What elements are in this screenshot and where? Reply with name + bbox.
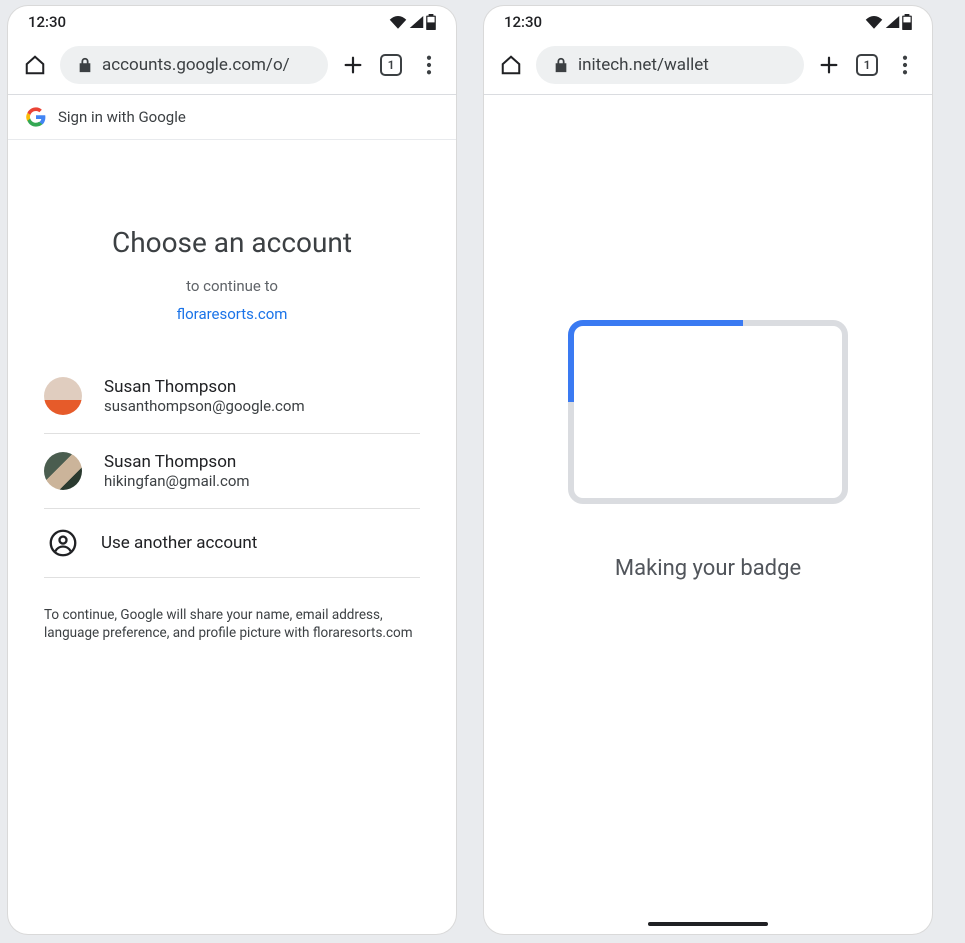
account-row[interactable]: Susan Thompson hikingfan@gmail.com xyxy=(44,434,420,509)
status-bar: 12:30 xyxy=(484,6,932,38)
account-email: hikingfan@gmail.com xyxy=(104,472,250,490)
page-title: Choose an account xyxy=(8,226,456,259)
account-name: Susan Thompson xyxy=(104,452,250,472)
status-time: 12:30 xyxy=(28,13,66,31)
url-text: accounts.google.com/o/ xyxy=(102,55,290,75)
battery-icon xyxy=(902,14,912,30)
lock-icon xyxy=(78,57,92,73)
phone-wallet-loading: 12:30 initech.net/wallet 1 xyxy=(484,6,932,934)
url-bar[interactable]: accounts.google.com/o/ xyxy=(60,46,328,84)
badge-loading-content: Making your badge xyxy=(484,95,932,934)
subtitle: to continue to xyxy=(8,277,456,295)
account-list: Susan Thompson susanthompson@google.com … xyxy=(44,359,420,578)
tab-count-label: 1 xyxy=(380,54,402,76)
url-text: initech.net/wallet xyxy=(578,55,709,75)
signin-with-google-header: Sign in with Google xyxy=(8,95,456,140)
lock-icon xyxy=(554,57,568,73)
new-tab-icon[interactable] xyxy=(340,52,366,78)
home-icon[interactable] xyxy=(22,52,48,78)
account-email: susanthompson@google.com xyxy=(104,397,305,415)
tab-switcher[interactable]: 1 xyxy=(854,52,880,78)
badge-card-loading xyxy=(568,320,848,504)
use-another-label: Use another account xyxy=(101,531,257,555)
status-icons xyxy=(389,14,436,30)
wifi-icon xyxy=(389,15,407,29)
making-badge-label: Making your badge xyxy=(615,556,801,581)
use-another-account-row[interactable]: Use another account xyxy=(44,509,420,578)
status-icons xyxy=(865,14,912,30)
new-tab-icon[interactable] xyxy=(816,52,842,78)
status-time: 12:30 xyxy=(504,13,542,31)
tab-switcher[interactable]: 1 xyxy=(378,52,404,78)
tab-count-label: 1 xyxy=(856,54,878,76)
wifi-icon xyxy=(865,15,883,29)
cell-icon xyxy=(885,15,900,29)
more-menu-icon[interactable] xyxy=(892,52,918,78)
battery-icon xyxy=(426,14,436,30)
account-name: Susan Thompson xyxy=(104,377,305,397)
avatar xyxy=(44,452,82,490)
account-chooser-content: Choose an account to continue to florare… xyxy=(8,140,456,934)
status-bar: 12:30 xyxy=(8,6,456,38)
progress-outline-icon xyxy=(568,320,848,504)
signin-header-label: Sign in with Google xyxy=(58,108,186,126)
phone-account-chooser: 12:30 accounts.google.com/o/ 1 xyxy=(8,6,456,934)
avatar xyxy=(44,377,82,415)
relying-party-link[interactable]: floraresorts.com xyxy=(8,305,456,323)
browser-toolbar: initech.net/wallet 1 xyxy=(484,38,932,95)
account-row[interactable]: Susan Thompson susanthompson@google.com xyxy=(44,359,420,434)
cell-icon xyxy=(409,15,424,29)
gesture-bar[interactable] xyxy=(648,922,768,926)
google-logo-icon xyxy=(26,107,46,127)
more-menu-icon[interactable] xyxy=(416,52,442,78)
privacy-disclaimer: To continue, Google will share your name… xyxy=(44,606,420,642)
url-bar[interactable]: initech.net/wallet xyxy=(536,46,804,84)
browser-toolbar: accounts.google.com/o/ 1 xyxy=(8,38,456,95)
home-icon[interactable] xyxy=(498,52,524,78)
person-icon xyxy=(47,527,79,559)
